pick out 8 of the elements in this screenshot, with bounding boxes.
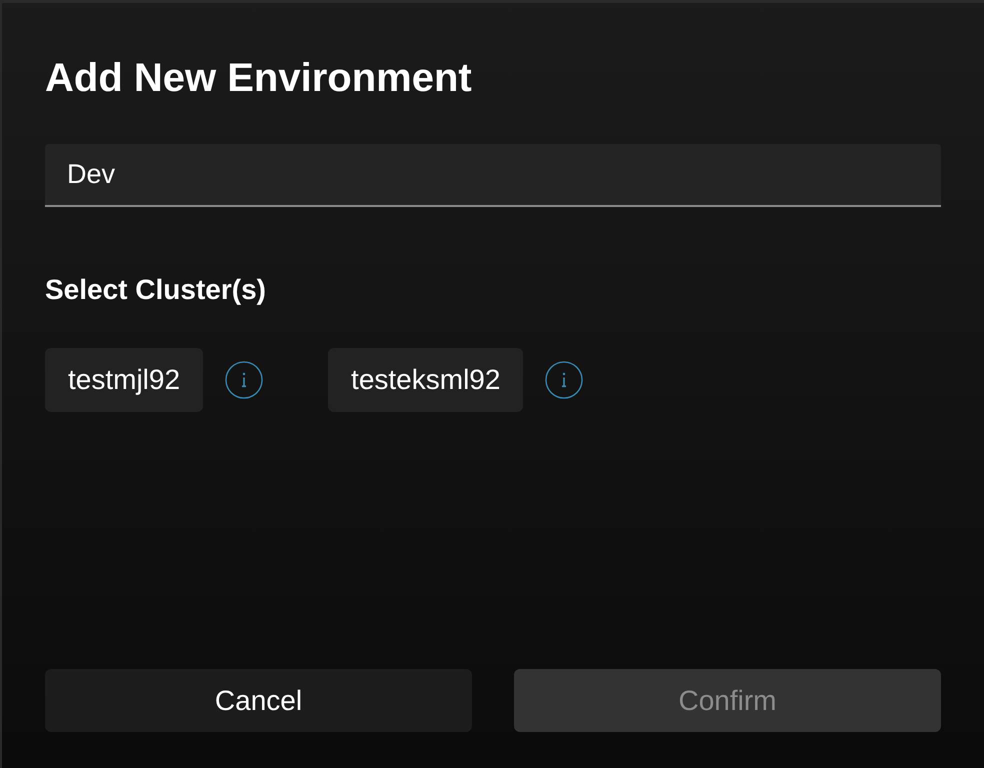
cancel-button[interactable]: Cancel [45,669,472,732]
clusters-label: Select Cluster(s) [45,274,267,306]
name-input-field[interactable]: Dev [45,144,941,207]
info-icon[interactable] [545,361,584,399]
info-icon[interactable] [225,361,264,399]
dialog-title: Add New Environment [45,55,473,101]
cluster-chip[interactable]: testeksml92 [328,348,524,412]
cluster-chip[interactable]: testmjl92 [45,348,204,412]
